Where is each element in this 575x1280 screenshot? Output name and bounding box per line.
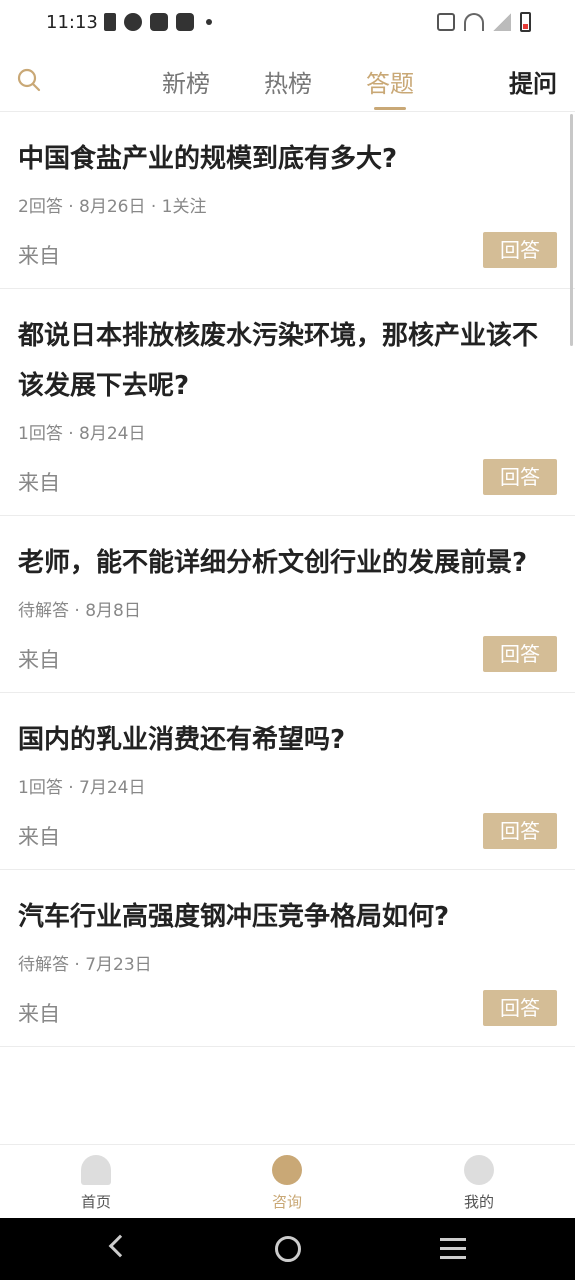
app-notification-icon	[124, 13, 142, 31]
user-icon	[464, 1155, 494, 1185]
shopping-bag-icon-2	[176, 13, 194, 31]
question-item[interactable]: 汽车行业高强度钢冲压竞争格局如何? 待解答 · 7月23日 来自 回答	[0, 870, 575, 1047]
top-navigation: 新榜 热榜 答题 提问	[0, 48, 575, 112]
question-meta: 待解答 · 7月23日	[18, 955, 152, 975]
nav-mine-label: 我的	[463, 1193, 494, 1211]
notification-icons	[104, 13, 212, 31]
signal-icon	[493, 13, 511, 31]
question-title[interactable]: 都说日本排放核废水污染环境，那核产业该不该发展下去呢?	[18, 289, 557, 411]
answer-button[interactable]: 回答	[483, 636, 557, 672]
tab-new[interactable]: 新榜	[162, 64, 210, 99]
bottom-navigation: 首页 咨询 我的	[0, 1144, 575, 1218]
answer-button[interactable]: 回答	[483, 459, 557, 495]
chat-icon	[272, 1155, 302, 1185]
question-title[interactable]: 汽车行业高强度钢冲压竞争格局如何?	[18, 870, 557, 942]
system-status-icons	[437, 12, 531, 32]
question-source: 来自	[18, 1002, 60, 1026]
more-notifications-dot	[206, 19, 212, 25]
shopping-bag-icon	[150, 13, 168, 31]
home-button-icon[interactable]	[275, 1236, 301, 1262]
question-item[interactable]: 老师，能不能详细分析文创行业的发展前景? 待解答 · 8月8日 来自 回答	[0, 516, 575, 693]
search-icon[interactable]	[17, 68, 41, 92]
scrollbar[interactable]	[570, 114, 573, 346]
status-bar: 11:13	[0, 0, 575, 48]
wifi-icon	[464, 13, 484, 31]
alert-icon	[104, 13, 116, 31]
tab-hot[interactable]: 热榜	[264, 64, 312, 99]
question-item[interactable]: 中国食盐产业的规模到底有多大? 2回答 · 8月26日 · 1关注 来自 回答	[0, 112, 575, 289]
question-title[interactable]: 中国食盐产业的规模到底有多大?	[18, 112, 557, 184]
nav-consult-label: 咨询	[271, 1193, 302, 1211]
back-icon[interactable]	[108, 1234, 132, 1258]
question-source: 来自	[18, 244, 60, 268]
nav-consult[interactable]: 咨询	[247, 1155, 327, 1212]
question-title[interactable]: 老师，能不能详细分析文创行业的发展前景?	[18, 516, 557, 588]
battery-icon	[520, 12, 531, 32]
question-item[interactable]: 都说日本排放核废水污染环境，那核产业该不该发展下去呢? 1回答 · 8月24日 …	[0, 289, 575, 516]
question-source: 来自	[18, 825, 60, 849]
nav-mine[interactable]: 我的	[439, 1155, 519, 1212]
question-meta: 2回答 · 8月26日 · 1关注	[18, 197, 207, 217]
answer-button[interactable]: 回答	[483, 813, 557, 849]
question-meta: 1回答 · 8月24日	[18, 424, 146, 444]
question-meta: 待解答 · 8月8日	[18, 601, 141, 621]
question-title[interactable]: 国内的乳业消费还有希望吗?	[18, 693, 557, 765]
nav-home[interactable]: 首页	[56, 1155, 136, 1212]
home-icon	[81, 1155, 111, 1185]
status-time: 11:13	[46, 12, 98, 33]
nav-home-label: 首页	[80, 1193, 111, 1211]
ask-question-button[interactable]: 提问	[509, 64, 557, 99]
system-navigation-bar	[0, 1218, 575, 1280]
question-item[interactable]: 国内的乳业消费还有希望吗? 1回答 · 7月24日 来自 回答	[0, 693, 575, 870]
recent-apps-icon[interactable]	[440, 1238, 466, 1265]
active-tab-indicator	[374, 107, 406, 110]
answer-button[interactable]: 回答	[483, 232, 557, 268]
question-source: 来自	[18, 471, 60, 495]
question-list: 中国食盐产业的规模到底有多大? 2回答 · 8月26日 · 1关注 来自 回答 …	[0, 112, 575, 1144]
answer-button[interactable]: 回答	[483, 990, 557, 1026]
vibrate-icon	[437, 13, 455, 31]
question-source: 来自	[18, 648, 60, 672]
question-meta: 1回答 · 7月24日	[18, 778, 146, 798]
tab-answer[interactable]: 答题	[366, 64, 414, 99]
